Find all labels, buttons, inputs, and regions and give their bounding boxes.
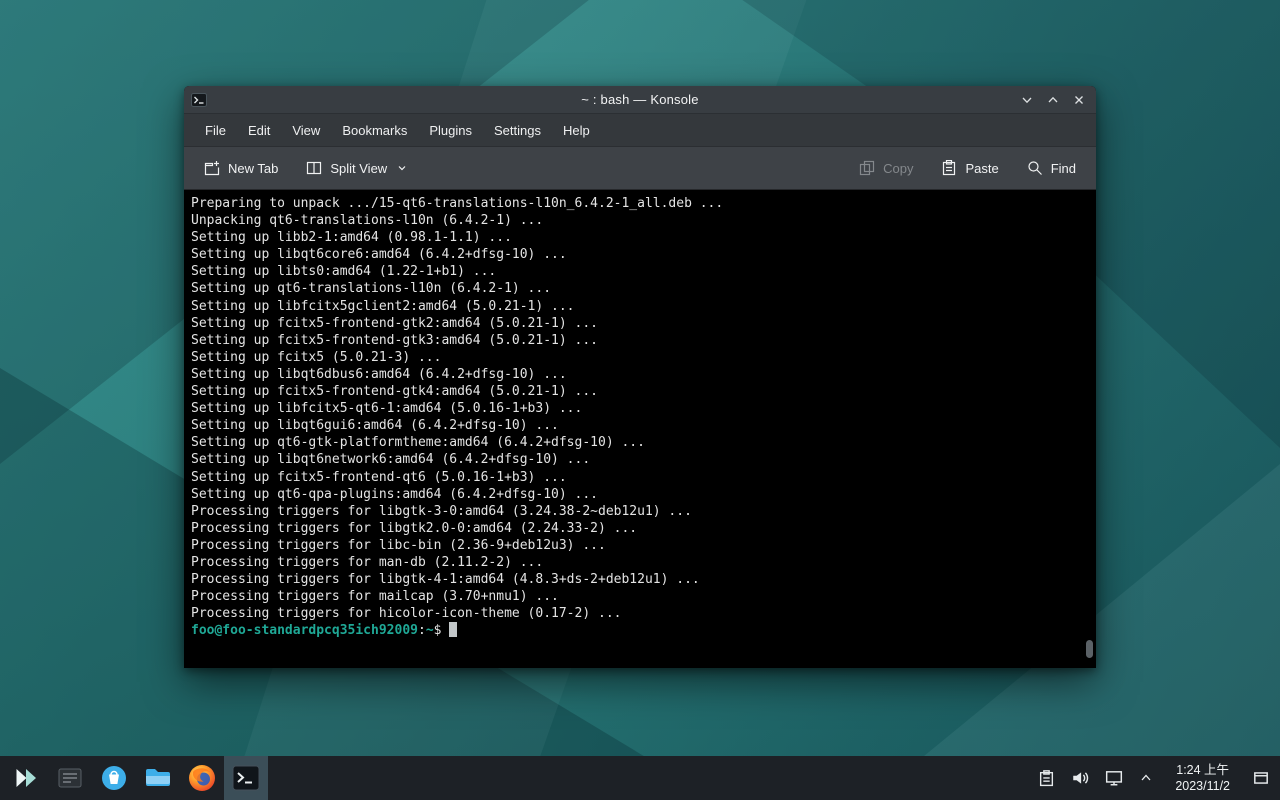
taskbar-item-dolphin[interactable] xyxy=(136,756,180,800)
copy-button[interactable]: Copy xyxy=(853,154,919,182)
prompt-user-host: foo@foo-standardpcq35ich92009 xyxy=(191,623,418,638)
terminal-line: Setting up fcitx5 (5.0.21-3) ... xyxy=(191,349,1080,366)
terminal-line: Setting up qt6-gtk-platformtheme:amd64 (… xyxy=(191,434,1080,451)
menu-item-file[interactable]: File xyxy=(194,114,237,147)
desktop-background: ~ : bash — Konsole File Edit View Bookma… xyxy=(0,0,1280,800)
discover-icon xyxy=(100,764,128,792)
prompt-separator: : xyxy=(418,623,426,638)
konsole-icon xyxy=(231,763,261,793)
split-view-icon xyxy=(306,160,322,176)
volume-icon[interactable] xyxy=(1071,769,1089,787)
dolphin-icon xyxy=(143,763,173,793)
terminal-line: Processing triggers for man-db (2.11.2-2… xyxy=(191,554,1080,571)
terminal-line: Processing triggers for mailcap (3.70+nm… xyxy=(191,588,1080,605)
terminal-line: Setting up fcitx5-frontend-gtk3:amd64 (5… xyxy=(191,332,1080,349)
terminal-line: Processing triggers for libgtk-3-0:amd64… xyxy=(191,503,1080,520)
close-button[interactable] xyxy=(1066,86,1092,114)
terminal-line: Processing triggers for libgtk2.0-0:amd6… xyxy=(191,520,1080,537)
firefox-icon xyxy=(187,763,217,793)
taskbar-item-discover[interactable] xyxy=(92,756,136,800)
terminal-line: Setting up libfcitx5gclient2:amd64 (5.0.… xyxy=(191,298,1080,315)
display-icon[interactable] xyxy=(1105,769,1123,787)
pager-widget[interactable] xyxy=(48,756,92,800)
paste-button[interactable]: Paste xyxy=(935,154,1004,182)
window-titlebar[interactable]: ~ : bash — Konsole xyxy=(184,86,1096,114)
pager-icon xyxy=(56,764,84,792)
terminal-line: Setting up fcitx5-frontend-gtk2:amd64 (5… xyxy=(191,315,1080,332)
menu-item-help[interactable]: Help xyxy=(552,114,601,147)
find-label: Find xyxy=(1051,161,1076,176)
terminal-line: Setting up libb2-1:amd64 (0.98.1-1.1) ..… xyxy=(191,229,1080,246)
clock-time: 1:24 上午 xyxy=(1176,763,1229,777)
copy-label: Copy xyxy=(883,161,913,176)
split-view-button[interactable]: Split View xyxy=(300,154,413,182)
clock-date: 2023/11/2 xyxy=(1175,779,1230,793)
terminal-cursor xyxy=(449,622,457,637)
terminal-line: Unpacking qt6-translations-l10n (6.4.2-1… xyxy=(191,212,1080,229)
split-view-label: Split View xyxy=(330,161,387,176)
chevron-down-icon xyxy=(397,163,407,173)
menu-bar: File Edit View Bookmarks Plugins Setting… xyxy=(184,114,1096,147)
scrollbar-thumb[interactable] xyxy=(1086,640,1093,658)
terminal-prompt: foo@foo-standardpcq35ich92009:~$ xyxy=(191,622,1080,639)
taskbar-clock[interactable]: 1:24 上午 2023/11/2 xyxy=(1169,762,1236,795)
terminal-line: Setting up libqt6dbus6:amd64 (6.4.2+dfsg… xyxy=(191,366,1080,383)
terminal-line: Setting up libqt6gui6:amd64 (6.4.2+dfsg-… xyxy=(191,417,1080,434)
terminal-line: Processing triggers for libc-bin (2.36-9… xyxy=(191,537,1080,554)
taskbar: 1:24 上午 2023/11/2 xyxy=(0,756,1280,800)
expand-tray-icon[interactable] xyxy=(1139,771,1153,785)
terminal-line: Processing triggers for hicolor-icon-the… xyxy=(191,605,1080,622)
terminal-line: Setting up libqt6core6:amd64 (6.4.2+dfsg… xyxy=(191,246,1080,263)
new-tab-label: New Tab xyxy=(228,161,278,176)
new-tab-button[interactable]: New Tab xyxy=(198,154,284,182)
minimize-button[interactable] xyxy=(1014,86,1040,114)
terminal-line: Setting up fcitx5-frontend-gtk4:amd64 (5… xyxy=(191,383,1080,400)
menu-item-view[interactable]: View xyxy=(281,114,331,147)
terminal-line: Processing triggers for libgtk-4-1:amd64… xyxy=(191,571,1080,588)
show-desktop-icon[interactable] xyxy=(1252,769,1270,787)
konsole-window-icon xyxy=(191,92,207,108)
clipboard-icon[interactable] xyxy=(1038,770,1055,787)
maximize-button[interactable] xyxy=(1040,86,1066,114)
terminal-line: Preparing to unpack .../15-qt6-translati… xyxy=(191,195,1080,212)
window-title: ~ : bash — Konsole xyxy=(184,92,1096,107)
menu-item-bookmarks[interactable]: Bookmarks xyxy=(331,114,418,147)
prompt-symbol: $ xyxy=(434,623,442,638)
copy-icon xyxy=(859,160,875,176)
terminal-scrollbar[interactable] xyxy=(1085,194,1094,665)
menu-item-plugins[interactable]: Plugins xyxy=(418,114,483,147)
system-tray: 1:24 上午 2023/11/2 xyxy=(1038,762,1276,795)
app-launcher-button[interactable] xyxy=(4,756,48,800)
new-tab-icon xyxy=(204,160,220,176)
terminal-line: Setting up libfcitx5-qt6-1:amd64 (5.0.16… xyxy=(191,400,1080,417)
terminal-output[interactable]: Preparing to unpack .../15-qt6-translati… xyxy=(184,190,1096,668)
terminal-line: Setting up qt6-qpa-plugins:amd64 (6.4.2+… xyxy=(191,486,1080,503)
find-icon xyxy=(1027,160,1043,176)
paste-label: Paste xyxy=(965,161,998,176)
app-launcher-icon xyxy=(12,764,40,792)
taskbar-item-konsole[interactable] xyxy=(224,756,268,800)
prompt-path: ~ xyxy=(426,623,434,638)
find-button[interactable]: Find xyxy=(1021,154,1082,182)
terminal-line: Setting up libts0:amd64 (1.22-1+b1) ... xyxy=(191,263,1080,280)
terminal-line: Setting up qt6-translations-l10n (6.4.2-… xyxy=(191,280,1080,297)
tool-bar: New Tab Split View Copy Paste Find xyxy=(184,147,1096,190)
taskbar-item-firefox[interactable] xyxy=(180,756,224,800)
terminal-line: Setting up libqt6network6:amd64 (6.4.2+d… xyxy=(191,451,1080,468)
menu-item-edit[interactable]: Edit xyxy=(237,114,281,147)
konsole-window: ~ : bash — Konsole File Edit View Bookma… xyxy=(184,86,1096,668)
terminal-line: Setting up fcitx5-frontend-qt6 (5.0.16-1… xyxy=(191,469,1080,486)
menu-item-settings[interactable]: Settings xyxy=(483,114,552,147)
paste-icon xyxy=(941,160,957,176)
